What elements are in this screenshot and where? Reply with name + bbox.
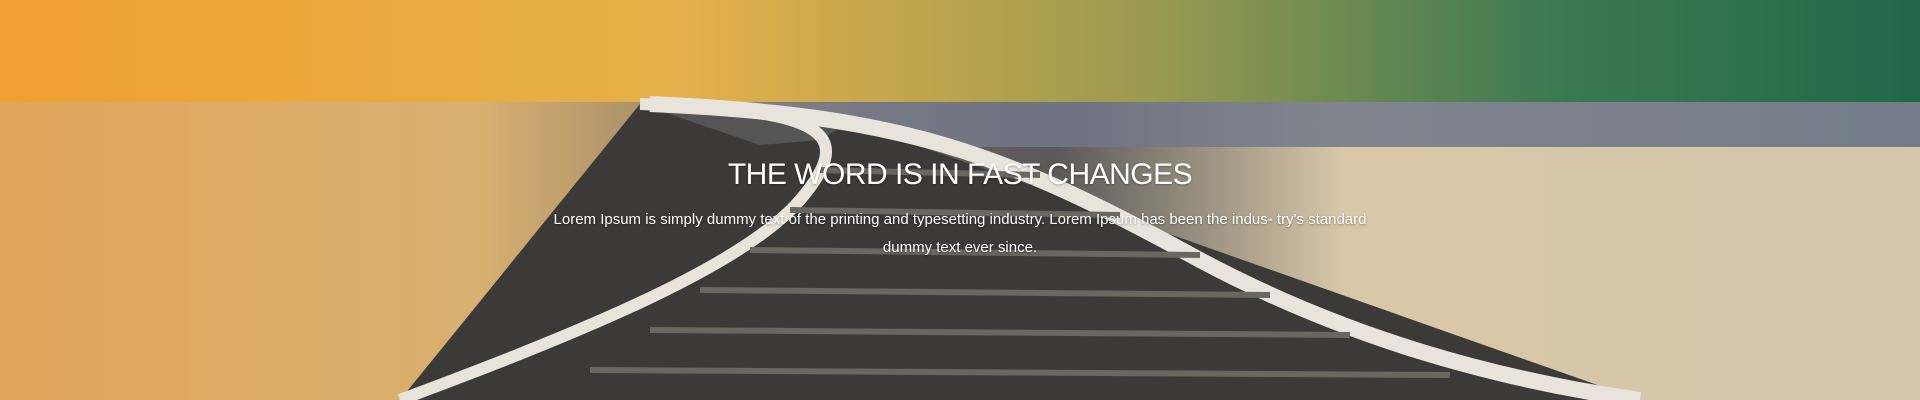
hero-banner: THE WORD IS IN FAST CHANGES Lorem Ipsum … (0, 0, 1920, 400)
hero-description: Lorem Ipsum is simply dummy text of the … (553, 211, 1367, 256)
hero-content: THE WORD IS IN FAST CHANGES Lorem Ipsum … (0, 0, 1920, 400)
hero-title: THE WORD IS IN FAST CHANGES (727, 158, 1193, 191)
